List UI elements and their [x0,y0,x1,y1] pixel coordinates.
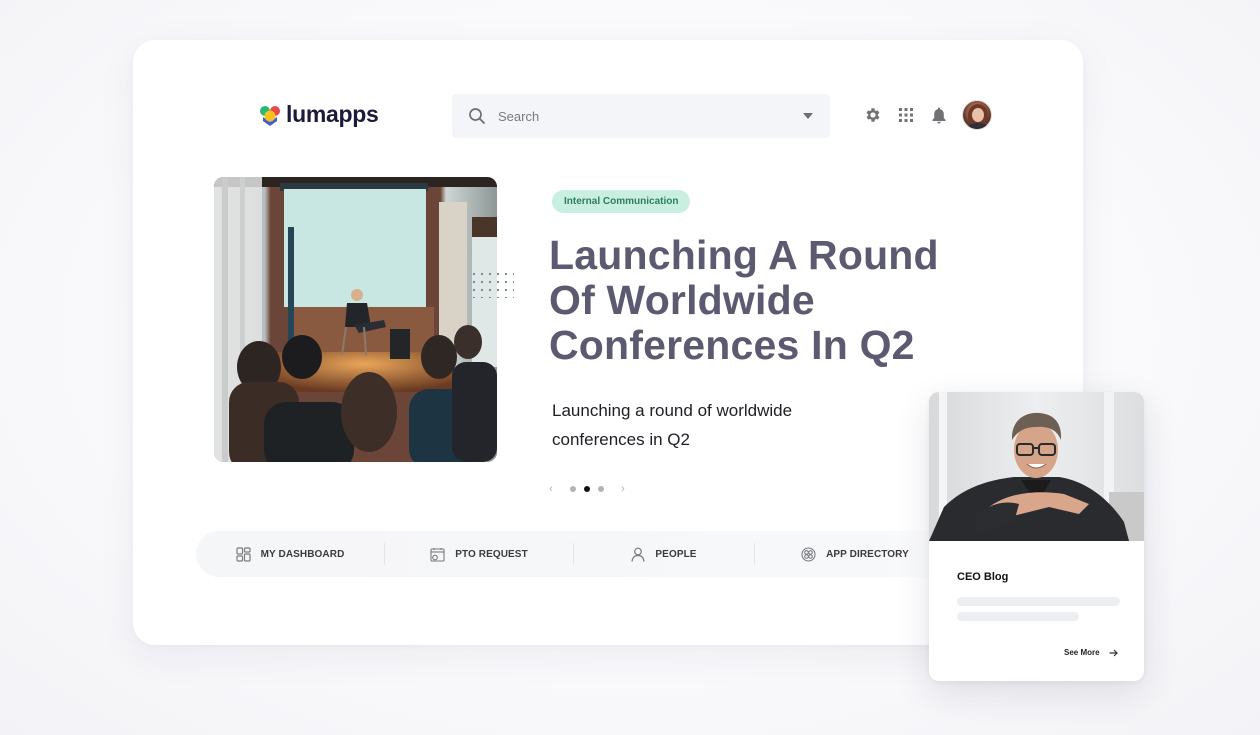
search-bar[interactable] [452,94,830,138]
chevron-down-icon[interactable] [802,112,814,120]
carousel-prev-button[interactable]: ‹ [546,483,556,495]
decorative-dot-grid [470,270,514,298]
text-placeholder-line [957,597,1120,606]
dashboard-icon [235,546,251,562]
quick-link-label: PTO REQUEST [455,548,528,560]
quick-link-people[interactable]: PEOPLE [574,531,754,577]
user-avatar[interactable] [962,100,992,130]
settings-button[interactable] [862,104,884,126]
apps-grid-icon [899,108,913,122]
quick-link-pto-request[interactable]: PTO REQUEST [385,531,573,577]
quick-link-my-dashboard[interactable]: MY DASHBOARD [196,531,384,577]
ceo-portrait [929,392,1144,541]
text-placeholder-line [957,612,1079,621]
article-headline[interactable]: Launching A Round Of Worldwide Conferenc… [549,233,969,368]
category-tag[interactable]: Internal Communication [552,190,691,213]
ceo-blog-title: CEO Blog [957,571,1009,583]
see-more-link[interactable]: See More [1064,648,1118,657]
carousel-controls: ‹ › [546,483,628,495]
app-directory-icon [801,546,816,562]
lumapps-logo-icon [260,105,280,126]
person-icon [631,547,646,562]
quick-link-label: PEOPLE [655,548,697,560]
article-description: Launching a round of worldwide conferenc… [552,401,793,449]
carousel-dot[interactable] [570,486,576,492]
ceo-photo [929,392,1144,541]
brand-name: lumapps [286,101,379,127]
quick-links-bar: MY DASHBOARD PTO REQUEST PEOPLE APP DIRE… [196,531,956,577]
notifications-button[interactable] [928,104,950,126]
carousel-dot-active[interactable] [584,486,590,492]
quick-link-label: APP DIRECTORY [826,548,909,560]
carousel-next-button[interactable]: › [618,483,628,495]
ceo-blog-card[interactable]: CEO Blog See More [929,392,1144,681]
quick-link-label: MY DASHBOARD [260,548,345,560]
arrow-right-icon [1109,649,1118,656]
bell-icon [932,107,946,124]
carousel-dot[interactable] [598,486,604,492]
search-icon [469,108,485,124]
carousel-indicators [570,486,604,492]
header-actions [862,100,992,130]
hero-image-conference [214,177,497,462]
search-input[interactable] [498,108,794,124]
quick-link-app-directory[interactable]: APP DIRECTORY [755,531,955,577]
conference-photo [214,177,497,462]
calendar-request-icon [430,547,445,562]
gear-icon [866,108,880,122]
see-more-label: See More [1064,648,1100,657]
apps-button[interactable] [895,104,917,126]
brand-logo[interactable]: lumapps [259,101,379,128]
